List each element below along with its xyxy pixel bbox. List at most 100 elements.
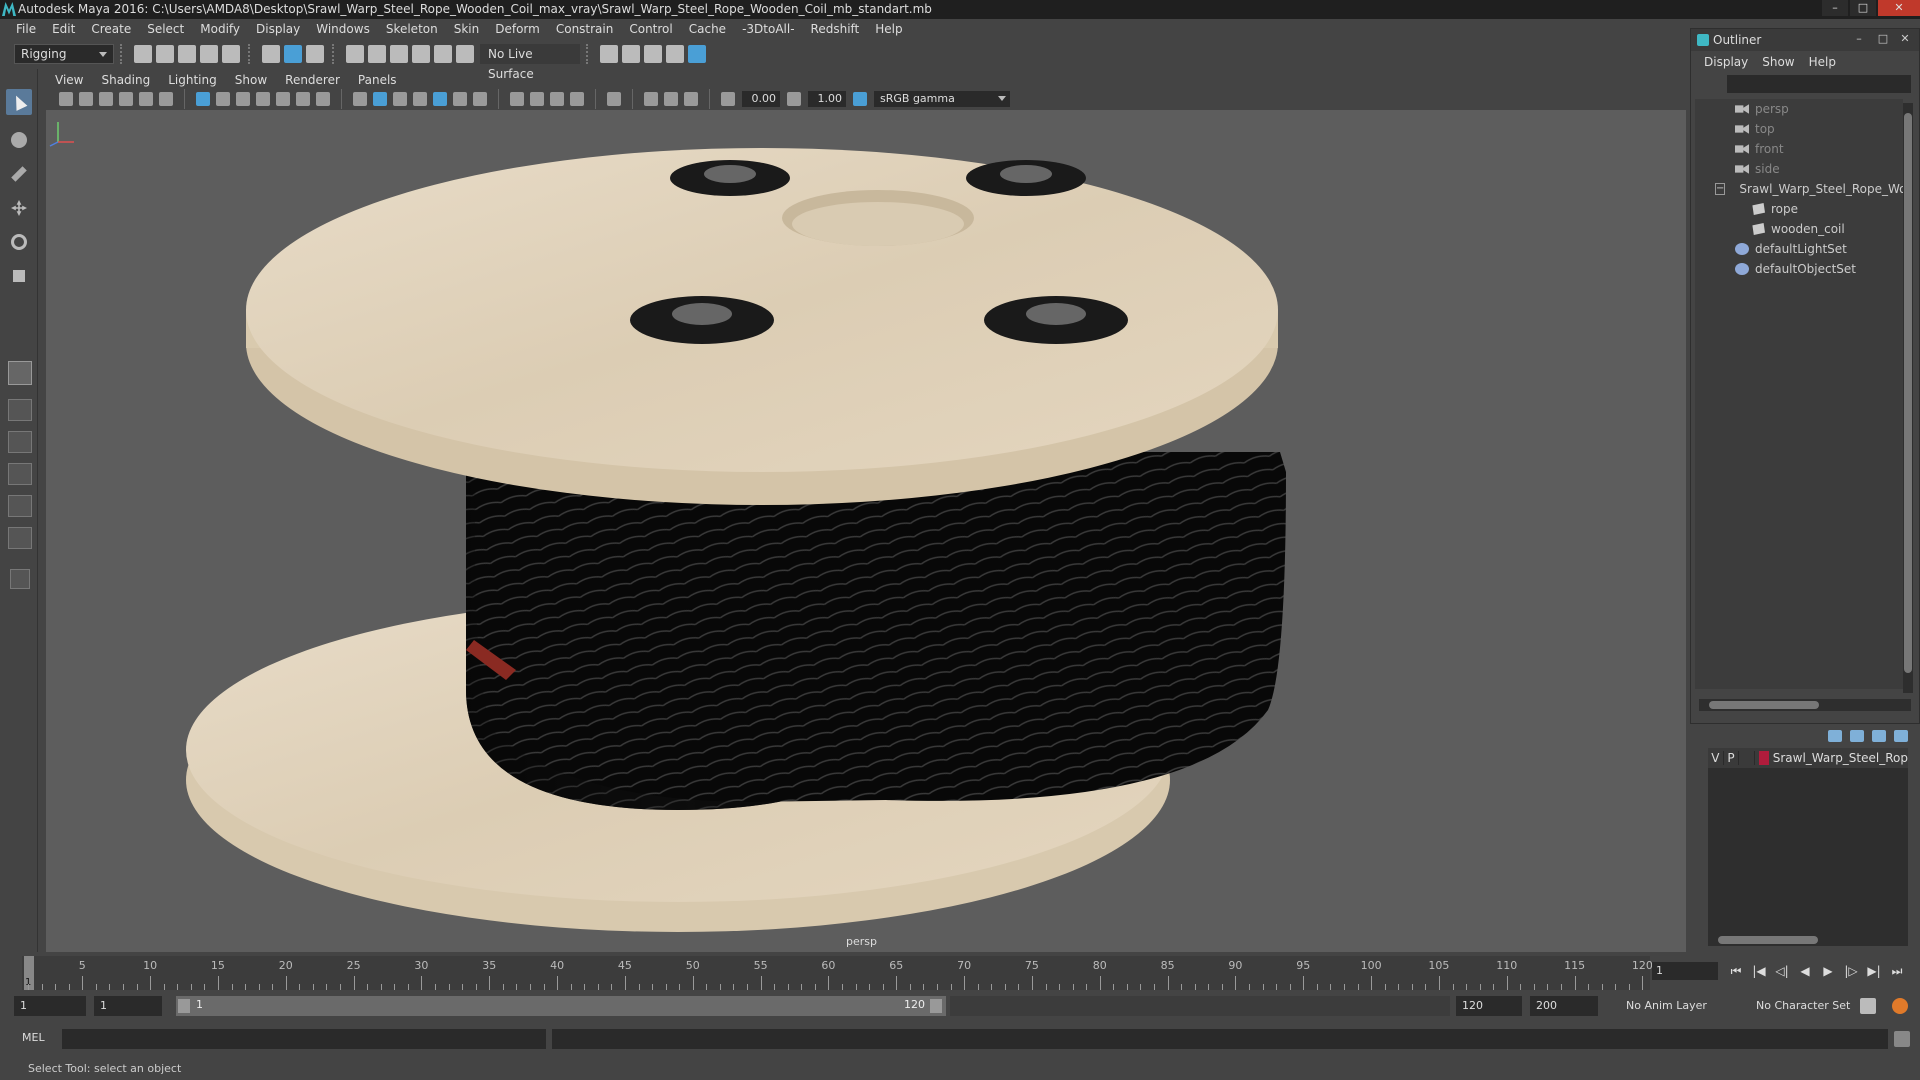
- menu-redshift[interactable]: Redshift: [803, 22, 868, 36]
- panel-menu-show[interactable]: Show: [226, 73, 276, 87]
- wireframe-on-shaded-icon[interactable]: [413, 92, 427, 106]
- panel-menu-view[interactable]: View: [46, 73, 92, 87]
- menu-set-dropdown[interactable]: Rigging: [14, 44, 114, 64]
- grease-pencil-icon[interactable]: [159, 92, 173, 106]
- playback-range-bar[interactable]: 1 120: [176, 996, 946, 1016]
- go-to-end-button[interactable]: ⏭: [1887, 962, 1907, 980]
- time-slider-track[interactable]: 1 5 10 15 20 25 30 35 40 45 50 55 60 65 70 75 80 85 90 95 1…: [22, 956, 1653, 990]
- outliner-item-top[interactable]: top: [1695, 119, 1903, 139]
- menu-help[interactable]: Help: [867, 22, 910, 36]
- menu-windows[interactable]: Windows: [308, 22, 378, 36]
- gate-mask-icon[interactable]: [256, 92, 270, 106]
- outliner-menu-display[interactable]: Display: [1697, 55, 1755, 69]
- snap-grid-icon[interactable]: [346, 45, 364, 63]
- range-end-handle[interactable]: [930, 999, 942, 1013]
- select-camera-icon[interactable]: [59, 92, 73, 106]
- menu-modify[interactable]: Modify: [192, 22, 248, 36]
- new-layer-selected-icon[interactable]: [1894, 730, 1908, 742]
- layer-row[interactable]: V P Srawl_Warp_Steel_Rop: [1708, 748, 1908, 768]
- symmetry-icon[interactable]: [456, 45, 474, 63]
- panel-menu-lighting[interactable]: Lighting: [159, 73, 226, 87]
- panel-menu-shading[interactable]: Shading: [92, 73, 159, 87]
- rotate-tool-button[interactable]: [6, 229, 32, 255]
- snap-point-icon[interactable]: [390, 45, 408, 63]
- exposure-field[interactable]: 0.00: [742, 91, 780, 107]
- menu-create[interactable]: Create: [83, 22, 139, 36]
- exposure-icon[interactable]: [721, 92, 735, 106]
- smooth-shade-icon[interactable]: [373, 92, 387, 106]
- outliner-item-persp[interactable]: persp: [1695, 99, 1903, 119]
- outliner-item-default-object-set[interactable]: defaultObjectSet: [1695, 259, 1903, 279]
- persp-graph-hypergraph-layout-button[interactable]: [8, 495, 32, 517]
- gamma-icon[interactable]: [787, 92, 801, 106]
- lasso-tool-button[interactable]: [6, 127, 32, 153]
- xray-active-components-icon[interactable]: [664, 92, 678, 106]
- select-tool-button[interactable]: [6, 89, 32, 115]
- select-object-icon[interactable]: [284, 45, 302, 63]
- persp-outliner-layout-button[interactable]: [8, 431, 32, 453]
- maximize-button[interactable]: □: [1850, 0, 1876, 16]
- animation-preferences-icon[interactable]: [1892, 998, 1908, 1014]
- menu-edit[interactable]: Edit: [44, 22, 83, 36]
- live-surface-field[interactable]: No Live Surface: [480, 44, 580, 81]
- current-frame-field[interactable]: 1: [1652, 962, 1718, 980]
- step-forward-frame-button[interactable]: |▷: [1841, 962, 1861, 980]
- playback-end-field[interactable]: 120: [1456, 996, 1522, 1016]
- minimize-button[interactable]: –: [1822, 0, 1848, 16]
- animation-end-field[interactable]: 200: [1530, 996, 1598, 1016]
- film-gate-icon[interactable]: [216, 92, 230, 106]
- safe-title-icon[interactable]: [316, 92, 330, 106]
- menu-cache[interactable]: Cache: [681, 22, 734, 36]
- outliner-minimize-button[interactable]: –: [1851, 32, 1867, 46]
- panel-menu-renderer[interactable]: Renderer: [276, 73, 349, 87]
- paint-select-tool-button[interactable]: [6, 161, 32, 187]
- two-d-pan-zoom-icon[interactable]: [139, 92, 153, 106]
- panel-menu-panels[interactable]: Panels: [349, 73, 406, 87]
- view-transform-dropdown[interactable]: sRGB gamma: [874, 91, 1010, 107]
- anim-layer-dropdown[interactable]: No Anim Layer: [1620, 996, 1740, 1016]
- time-slider[interactable]: 1 5 10 15 20 25 30 35 40 45 50 55 60 65 70 75 80 85 90 95 1…: [0, 952, 1920, 992]
- image-plane-icon[interactable]: [119, 92, 133, 106]
- outliner-item-front[interactable]: front: [1695, 139, 1903, 159]
- close-button[interactable]: ✕: [1878, 0, 1920, 16]
- multisample-aa-icon[interactable]: [550, 92, 564, 106]
- field-chart-icon[interactable]: [276, 92, 290, 106]
- layer-horizontal-scrollbar[interactable]: [1708, 934, 1908, 946]
- snap-view-plane-icon[interactable]: [412, 45, 430, 63]
- outliner-item-group[interactable]: − Srawl_Warp_Steel_Rope_Wo: [1695, 179, 1903, 199]
- layer-display-type[interactable]: [1739, 751, 1755, 765]
- bookmark-icon[interactable]: [99, 92, 113, 106]
- select-hierarchy-icon[interactable]: [262, 45, 280, 63]
- layout-options-button[interactable]: [10, 569, 30, 589]
- grid-icon[interactable]: [196, 92, 210, 106]
- render-current-icon[interactable]: [622, 45, 640, 63]
- ipr-render-icon[interactable]: [644, 45, 662, 63]
- outliner-vertical-scrollbar[interactable]: [1903, 103, 1913, 693]
- scale-tool-button[interactable]: [6, 263, 32, 289]
- play-forwards-button[interactable]: ▶: [1818, 962, 1838, 980]
- outliner-horizontal-scrollbar[interactable]: [1699, 699, 1911, 711]
- single-perspective-layout-button[interactable]: [8, 361, 32, 385]
- menu-skin[interactable]: Skin: [446, 22, 488, 36]
- menu-file[interactable]: File: [8, 22, 44, 36]
- animation-start-field[interactable]: 1: [14, 996, 86, 1016]
- outliner-item-wooden-coil[interactable]: wooden_coil: [1695, 219, 1903, 239]
- open-scene-icon[interactable]: [156, 45, 174, 63]
- menu-deform[interactable]: Deform: [487, 22, 548, 36]
- default-material-icon[interactable]: [393, 92, 407, 106]
- outliner-maximize-button[interactable]: □: [1875, 32, 1891, 46]
- render-view-icon[interactable]: [666, 45, 684, 63]
- go-to-start-button[interactable]: ⏮: [1726, 962, 1746, 980]
- hypershade-icon[interactable]: [688, 45, 706, 63]
- move-tool-button[interactable]: [6, 195, 32, 221]
- undo-icon[interactable]: [200, 45, 218, 63]
- step-forward-key-button[interactable]: ▶|: [1864, 962, 1884, 980]
- menu-skeleton[interactable]: Skeleton: [378, 22, 446, 36]
- isolate-select-icon[interactable]: [607, 92, 621, 106]
- resolution-gate-icon[interactable]: [236, 92, 250, 106]
- menu-3dtoall[interactable]: -3DtoAll-: [734, 22, 802, 36]
- four-view-layout-button[interactable]: [8, 399, 32, 421]
- snap-curve-icon[interactable]: [368, 45, 386, 63]
- ambient-occlusion-icon[interactable]: [510, 92, 524, 106]
- character-set-dropdown[interactable]: No Character Set: [1750, 996, 1874, 1016]
